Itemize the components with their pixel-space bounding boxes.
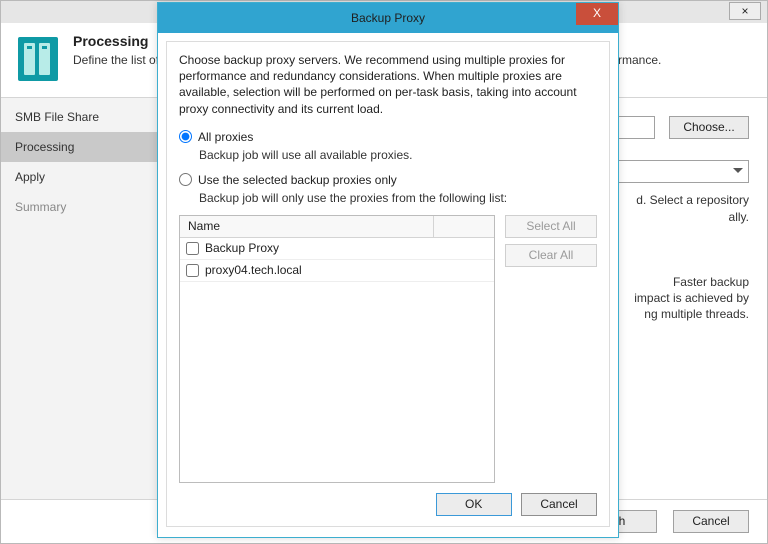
proxy-row-name: proxy04.tech.local	[205, 263, 302, 277]
ok-button[interactable]: OK	[436, 493, 512, 516]
proxy-side-buttons: Select All Clear All	[505, 215, 597, 483]
dialog-body: Choose backup proxy servers. We recommen…	[166, 41, 610, 527]
dialog-titlebar: Backup Proxy X	[158, 3, 618, 33]
proxy-row[interactable]: proxy04.tech.local	[180, 260, 494, 282]
backup-proxy-dialog: Backup Proxy X Choose backup proxy serve…	[157, 2, 619, 538]
repository-hint: d. Select a repository ally.	[636, 192, 749, 226]
clear-all-button[interactable]: Clear All	[505, 244, 597, 267]
proxy-row-name: Backup Proxy	[205, 241, 279, 255]
dialog-footer: OK Cancel	[179, 493, 597, 516]
filebox-icon	[17, 33, 59, 81]
wizard-close-button[interactable]: ×	[729, 2, 761, 20]
wizard-cancel-button[interactable]: Cancel	[673, 510, 749, 533]
proxy-row-checkbox[interactable]	[186, 264, 199, 277]
dialog-description: Choose backup proxy servers. We recommen…	[179, 52, 597, 117]
proxy-row[interactable]: Backup Proxy	[180, 238, 494, 260]
radio-all-hint: Backup job will use all available proxie…	[199, 148, 597, 162]
nav-item-processing[interactable]: Processing	[1, 132, 161, 162]
proxy-list-header: Name	[180, 216, 494, 238]
radio-all-proxies[interactable]: All proxies	[179, 130, 597, 144]
proxy-list-rows: Backup Proxy proxy04.tech.local	[180, 238, 494, 482]
proxy-row-checkbox[interactable]	[186, 242, 199, 255]
column-divider	[433, 216, 434, 238]
dialog-title: Backup Proxy	[351, 11, 425, 25]
radio-selected-proxies[interactable]: Use the selected backup proxies only	[179, 173, 597, 187]
dialog-close-button[interactable]: X	[576, 3, 618, 25]
radio-selected-input[interactable]	[179, 173, 192, 186]
radio-all-label: All proxies	[198, 130, 253, 144]
cancel-button[interactable]: Cancel	[521, 493, 597, 516]
radio-selected-label: Use the selected backup proxies only	[198, 173, 397, 187]
select-all-button[interactable]: Select All	[505, 215, 597, 238]
choose-button[interactable]: Choose...	[669, 116, 749, 139]
nav-item-summary[interactable]: Summary	[1, 192, 161, 222]
column-name: Name	[188, 219, 220, 233]
wizard-nav: SMB File Share Processing Apply Summary	[1, 98, 161, 499]
radio-selected-hint: Backup job will only use the proxies fro…	[199, 191, 597, 205]
nav-item-apply[interactable]: Apply	[1, 162, 161, 192]
proxy-list: Name Backup Proxy proxy04.tech.local	[179, 215, 495, 483]
radio-all-input[interactable]	[179, 130, 192, 143]
proxy-selection-area: Name Backup Proxy proxy04.tech.local Sel…	[179, 215, 597, 483]
nav-item-smb[interactable]: SMB File Share	[1, 102, 161, 132]
